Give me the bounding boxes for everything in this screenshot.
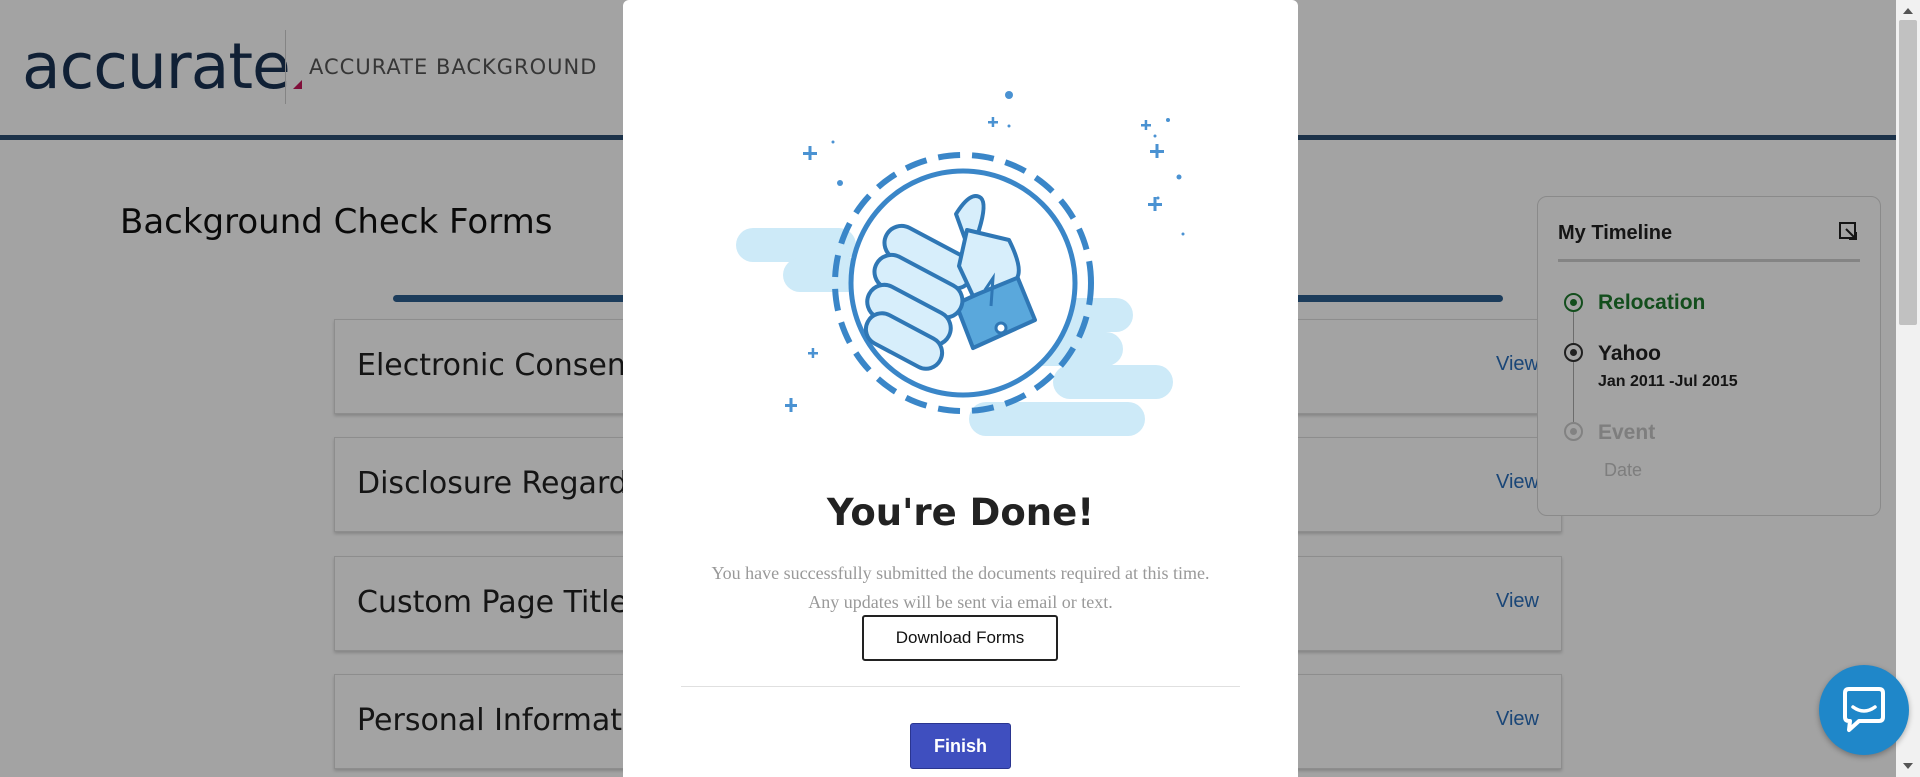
modal-message: Any updates will be sent via email or te…: [808, 592, 1113, 612]
scroll-down-icon[interactable]: [1903, 763, 1913, 769]
modal-title: You're Done!: [826, 491, 1095, 534]
finish-button[interactable]: Finish: [910, 723, 1011, 769]
download-forms-button[interactable]: Download Forms: [862, 615, 1058, 661]
page-scrollbar[interactable]: [1896, 0, 1920, 777]
chat-button[interactable]: [1819, 665, 1909, 755]
modal-divider: [681, 686, 1240, 687]
scroll-up-icon[interactable]: [1903, 8, 1913, 14]
chat-icon: [1843, 687, 1885, 732]
scroll-thumb[interactable]: [1899, 20, 1917, 325]
thumbs-up-icon: [736, 91, 1185, 436]
modal-message: You have successfully submitted the docu…: [711, 563, 1210, 583]
completion-modal: You're Done! You have successfully submi…: [623, 0, 1298, 777]
